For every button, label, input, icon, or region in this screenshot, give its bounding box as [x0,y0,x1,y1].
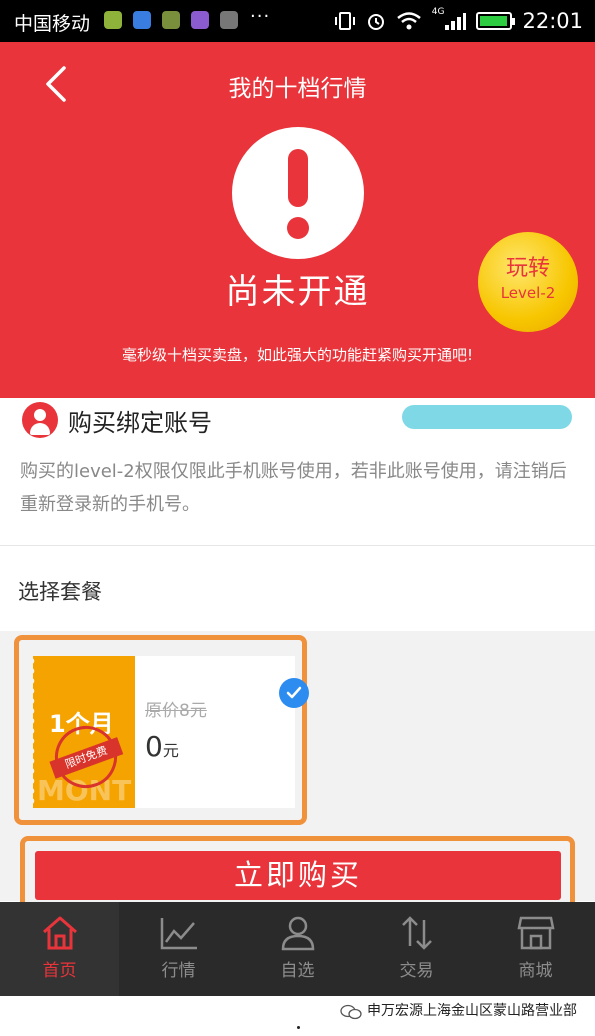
wifi-icon [396,12,421,30]
footer-dot [297,1026,300,1029]
nav-item-market[interactable]: 行情 [119,902,238,996]
nav-label-home: 首页 [42,961,77,981]
page-title: 我的十档行情 [228,76,367,102]
original-price: 原价8元 [145,701,207,721]
level2-badge[interactable]: 玩转 Level-2 [478,232,578,332]
plans-header: 选择套餐 [0,545,595,631]
nav-item-home[interactable]: 首页 [0,902,119,996]
alarm-icon [367,14,384,30]
notification-gallery-icon [191,11,209,29]
nav-label-store: 商城 [518,961,553,981]
account-section: 购买绑定账号 购买的level-2权限仅限此手机账号使用，若非此账号使用，请注销… [0,398,595,545]
plan-card[interactable]: 1个月 MONT 限时免费 原价8元 0元 [14,635,309,825]
nav-label-market: 行情 [161,961,196,981]
status-bar: 中国移动 ··· 4G 22:01 [0,0,595,42]
user-avatar-icon [22,402,58,438]
header-description: 毫秒级十档买卖盘，如此强大的功能赶紧购买开通吧! [121,346,473,364]
plan-ticket: 1个月 MONT 限时免费 [31,656,135,808]
user-icon [281,916,314,951]
battery-icon [476,12,516,30]
more-notifications: ··· [250,6,271,27]
nav-item-watchlist[interactable]: 自选 [238,902,357,996]
alert-icon [232,127,364,259]
account-title: 购买绑定账号 [68,409,212,437]
notification-image-icon [162,11,180,29]
bottom-nav: 首页 行情 自选 交易 商城 [0,902,595,996]
plan-price: 0元 [145,730,179,763]
plan-card-inner[interactable]: 1个月 MONT 限时免费 原价8元 0元 [31,656,309,808]
notification-app-icon [133,11,151,29]
selected-check-icon[interactable] [279,678,309,708]
clock: 22:01 [522,9,583,33]
chart-icon [160,918,197,950]
signal-icon [445,13,467,30]
footer-watermark: 申万宏源上海金山区蒙山路营业部 [0,996,595,1036]
vibrate-icon [334,12,355,30]
header-banner: 我的十档行情 尚未开通 玩转 Level-2 毫秒级十档买卖盘，如此强大的功能赶… [0,42,595,398]
store-icon [516,916,555,950]
price-value: 0 [145,730,163,763]
footer-text: 申万宏源上海金山区蒙山路营业部 [367,1003,577,1019]
plans-title: 选择套餐 [18,580,102,604]
account-note: 购买的level-2权限仅限此手机账号使用，若非此账号使用，请注销后重新登录新的… [20,461,567,515]
notification-app-icon [220,11,238,29]
notification-app-icon [104,11,122,29]
battery-fill [480,16,508,26]
wechat-icon [340,1004,362,1020]
carrier-name: 中国移动 [14,13,91,35]
home-icon [42,916,77,950]
buy-now-button[interactable]: 立即购买 [35,851,561,900]
transfer-icon [401,916,432,950]
price-unit: 元 [162,741,179,760]
phone-number-redacted [402,405,572,429]
network-type-label: 4G [431,7,445,17]
nav-item-trade[interactable]: 交易 [357,902,476,996]
nav-label-trade: 交易 [399,961,434,981]
nav-item-store[interactable]: 商城 [476,902,595,996]
nav-label-watchlist: 自选 [280,961,315,981]
badge-line1: 玩转 [505,256,550,281]
stamp-text: 限时免费 [49,737,124,779]
badge-line2: Level-2 [500,284,556,302]
